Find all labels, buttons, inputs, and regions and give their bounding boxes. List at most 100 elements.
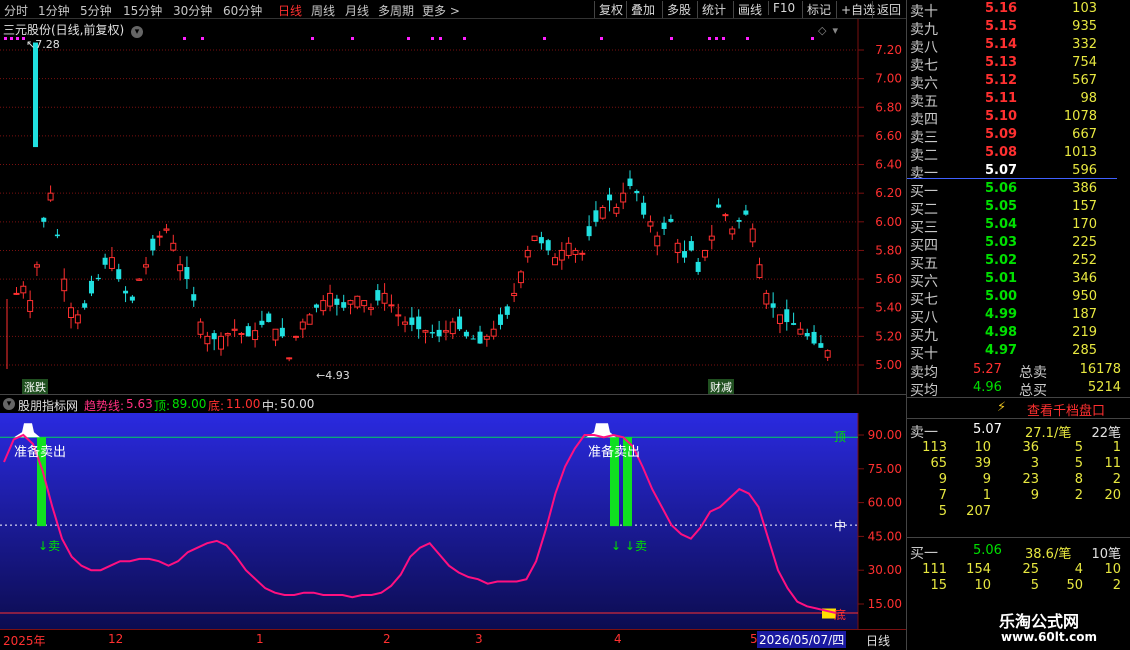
candle-body [388, 304, 395, 307]
candle-body [74, 314, 81, 324]
level-volume: 170 [1072, 217, 1097, 232]
candlestick-chart[interactable]: 7.20 7.00 6.80 6.60 6.40 6.20 6.00 5.80 5.60 5.40… [0, 19, 906, 395]
bid-level-row[interactable]: 买六 5.01 346 [907, 270, 1130, 290]
candle-body [136, 278, 143, 281]
bid-level-row[interactable]: 买十 4.97 285 [907, 342, 1130, 362]
period-tab-weekly[interactable]: 周线 [311, 2, 335, 19]
shrink-icon[interactable]: ◇ [818, 24, 826, 37]
ask-level-row[interactable]: 卖四 5.10 1078 [907, 108, 1130, 128]
collapse-icon[interactable]: ▾ [832, 24, 838, 37]
level-price: 5.03 [985, 235, 1018, 250]
period-tab-30min[interactable]: 30分钟 [173, 2, 212, 19]
candle-body [156, 235, 163, 238]
period-tab-15min[interactable]: 15分钟 [123, 2, 162, 19]
candle-body [279, 327, 285, 337]
candle-body [375, 290, 381, 301]
ask-level-row[interactable]: 卖八 5.14 332 [907, 36, 1130, 56]
ask-level-row[interactable]: 卖六 5.12 567 [907, 72, 1130, 92]
candle-body [736, 220, 742, 222]
ask-level-row[interactable]: 卖十 5.16 103 [907, 0, 1130, 20]
bid-level-row[interactable]: 买七 5.00 950 [907, 288, 1130, 308]
ask-queue-cell: 113 [922, 440, 947, 455]
chevron-right-icon: > [449, 4, 460, 18]
ask-level-row[interactable]: 卖五 5.11 98 [907, 90, 1130, 110]
add-watchlist-button[interactable]: +自选 [836, 1, 875, 18]
candle-body [763, 292, 770, 305]
event-badge-right[interactable]: 财减 [708, 379, 734, 395]
multi-stock-button[interactable]: 多股 [662, 1, 691, 18]
ask-level-row[interactable]: 卖九 5.15 935 [907, 18, 1130, 38]
candle-body [245, 326, 251, 337]
ask-queue-cell: 9 [1030, 488, 1039, 503]
indicator-menu-icon[interactable]: ▾ [3, 398, 15, 410]
arrow-down-icon: ↓ [38, 539, 49, 553]
more-periods-button[interactable]: 更多 > [422, 2, 460, 19]
candle-body [572, 249, 579, 255]
depth-button[interactable]: ⚡ 查看千档盘口 [907, 397, 1130, 419]
candle-body [41, 217, 47, 222]
candles [6, 42, 831, 369]
chart-title: 三元股份(日线,前复权) ▾ [3, 21, 144, 38]
level-price: 4.99 [985, 307, 1018, 322]
event-marker-dot [439, 37, 442, 40]
candle-body [108, 257, 115, 269]
statistics-button[interactable]: 统计 [697, 1, 726, 18]
overlay-button[interactable]: 叠加 [626, 1, 655, 18]
back-button[interactable]: 返回 [872, 1, 901, 18]
candle-body [116, 269, 122, 280]
bid-level-row[interactable]: 买五 5.02 252 [907, 252, 1130, 272]
mark-button[interactable]: 标记 [802, 1, 831, 18]
candle-body [517, 271, 524, 284]
bid-queue-cell: 10 [974, 578, 991, 593]
bid-level-row[interactable]: 买八 4.99 187 [907, 306, 1130, 326]
indicator-chart[interactable]: 90.00 75.00 60.00 45.00 30.00 15.00 准备卖出 准备卖出… [0, 413, 906, 629]
adjust-button[interactable]: 复权 [594, 1, 623, 18]
candle-body [538, 237, 544, 244]
bid-level-row[interactable]: 买四 5.03 225 [907, 234, 1130, 254]
price-axis: 7.20 7.00 6.80 6.60 6.40 6.20 6.00 5.80 5.60 5.40… [858, 43, 902, 372]
period-tab-1min[interactable]: 1分钟 [38, 2, 70, 19]
ask-level-row[interactable]: 卖三 5.09 667 [907, 126, 1130, 146]
event-badge-left[interactable]: 涨跌 [22, 379, 48, 395]
event-marker-dot [722, 37, 725, 40]
indicator-name[interactable]: 股朋指标网 [18, 397, 78, 414]
draw-line-button[interactable]: 画线 [733, 1, 762, 18]
bid-level-row[interactable]: 买三 5.04 170 [907, 216, 1130, 236]
avg-bid-row: 买均 4.96 总买 5214 [910, 380, 1121, 399]
bid-level-row[interactable]: 买二 5.05 157 [907, 198, 1130, 218]
ask-level-row[interactable]: 卖七 5.13 754 [907, 54, 1130, 74]
period-tab-daily[interactable]: 日线 [278, 2, 302, 19]
candle-body [150, 238, 156, 251]
candle-body [586, 226, 592, 237]
bid-level-row[interactable]: 买九 4.98 219 [907, 324, 1130, 344]
price-tick-label: 7.00 [875, 72, 902, 86]
candle-body [306, 314, 313, 325]
period-tab-60min[interactable]: 60分钟 [223, 2, 262, 19]
avg-ask-value: 5.27 [973, 362, 1002, 377]
level-price: 5.14 [985, 37, 1018, 52]
candle-body [88, 280, 94, 294]
period-tab-5min[interactable]: 5分钟 [80, 2, 112, 19]
period-tab-fenshi[interactable]: 分时 [4, 2, 28, 19]
f10-button[interactable]: F10 [768, 1, 795, 15]
period-tab-monthly[interactable]: 月线 [345, 2, 369, 19]
period-tab-multi[interactable]: 多周期 [378, 2, 414, 19]
candle-body [47, 192, 54, 201]
candle-body [504, 306, 510, 315]
ask-queue-cell: 11 [1104, 456, 1121, 471]
level-volume: 1078 [1063, 109, 1097, 124]
bid-queue-cell: 154 [966, 562, 991, 577]
ask-level-row[interactable]: 卖二 5.08 1013 [907, 144, 1130, 164]
event-marker-dot [670, 37, 673, 40]
chevron-down-icon[interactable]: ▾ [131, 26, 144, 38]
event-marker-dot [183, 37, 186, 40]
candle-body [607, 194, 613, 201]
period-indicator[interactable]: 日线 [866, 632, 890, 649]
ask-queue-cell: 8 [1074, 472, 1083, 487]
candle-body [558, 249, 565, 261]
mid-line-label: 中 [834, 519, 847, 533]
total-ask-value: 16178 [1079, 362, 1121, 377]
level-volume: 285 [1072, 343, 1097, 358]
candle-body [177, 264, 184, 272]
bid-level-row[interactable]: 买一 5.06 386 [907, 180, 1130, 200]
